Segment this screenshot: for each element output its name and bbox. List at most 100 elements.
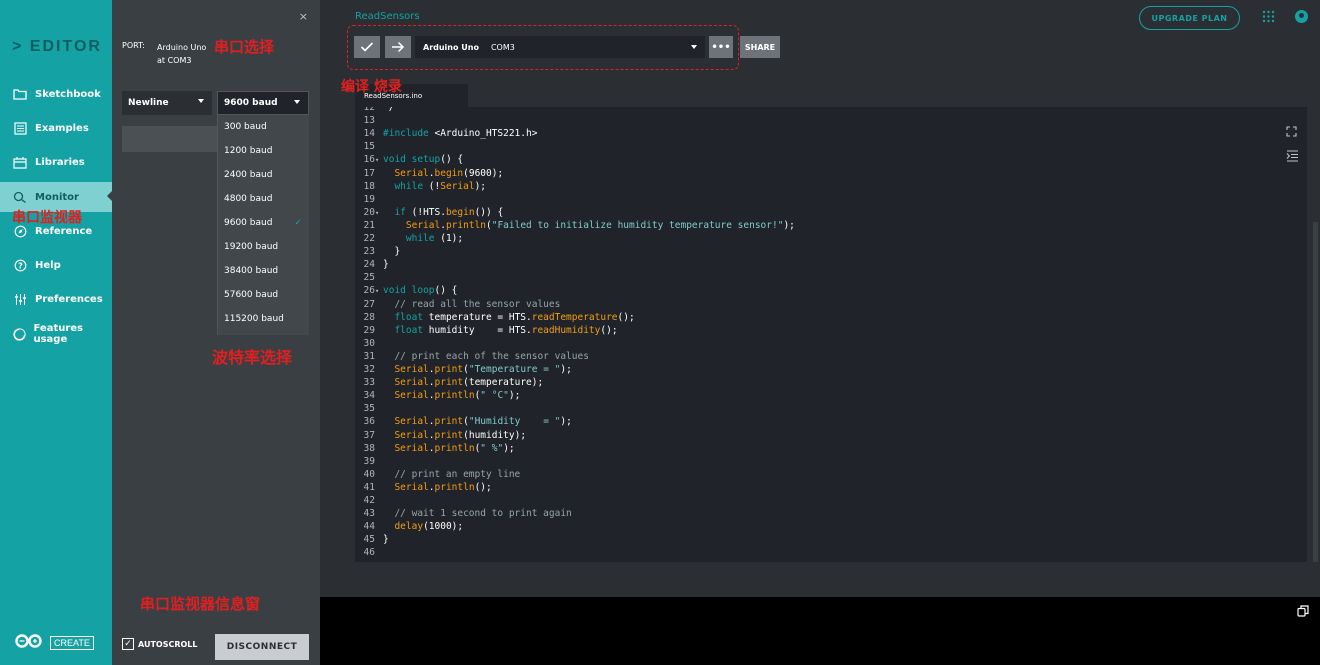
disconnect-button[interactable]: DISCONNECT: [215, 634, 309, 660]
code-line[interactable]: 18 while (!Serial);: [355, 180, 486, 193]
checkbox-icon[interactable]: ✓: [122, 638, 134, 650]
code-line[interactable]: 14 #include <Arduino_HTS221.h>: [355, 127, 538, 140]
sketch-title[interactable]: ReadSensors: [355, 11, 420, 22]
code-line[interactable]: 44 delay(1000);: [355, 520, 464, 533]
code-line[interactable]: 28 float temperature = HTS.readTemperatu…: [355, 311, 635, 324]
code-line[interactable]: 29 float humidity = HTS.readHumidity();: [355, 324, 618, 337]
code-token: begin: [445, 206, 475, 218]
code-line[interactable]: 22 while (1);: [355, 232, 464, 245]
code-line[interactable]: 24}: [355, 258, 389, 271]
code-line[interactable]: 46: [355, 546, 383, 559]
sidebar-item-libraries[interactable]: Libraries: [0, 147, 112, 177]
baud-option-selected[interactable]: 9600 baud ✓: [218, 211, 310, 235]
fold-arrow-icon[interactable]: ▾: [375, 285, 383, 298]
arrow-right-icon: [392, 41, 405, 53]
verify-button[interactable]: [354, 36, 380, 58]
code-line[interactable]: 40 // print an empty line: [355, 468, 521, 481]
chevron-down-icon: [691, 45, 697, 49]
apps-grid-icon[interactable]: [1262, 10, 1275, 26]
copy-icon[interactable]: [1297, 605, 1309, 620]
code-line[interactable]: 35: [355, 402, 383, 415]
baud-option[interactable]: 57600 baud: [218, 283, 310, 307]
sidebar-item-help[interactable]: ? Help: [0, 250, 112, 280]
code-line[interactable]: 30: [355, 337, 383, 350]
code-token: println: [434, 442, 475, 454]
sidebar-item-preferences[interactable]: Preferences: [0, 284, 112, 314]
user-avatar-icon[interactable]: [1295, 10, 1308, 23]
baud-option[interactable]: 300 baud: [218, 115, 310, 139]
code-line[interactable]: 37 Serial.print(humidity);: [355, 429, 527, 442]
line-number: 46: [363, 547, 375, 559]
annotation-monitor-window: 串口监视器信息窗: [140, 595, 261, 613]
sidebar-item-label: Reference: [35, 225, 93, 237]
upload-button[interactable]: [385, 36, 411, 58]
baud-option[interactable]: 38400 baud: [218, 259, 310, 283]
code-line[interactable]: 27 // read all the sensor values: [355, 298, 561, 311]
baud-rate-select[interactable]: 9600 baud: [217, 91, 309, 115]
code-token: (!: [423, 180, 441, 192]
close-icon[interactable]: ×: [299, 10, 308, 23]
share-button[interactable]: SHARE: [740, 36, 780, 58]
expand-icon[interactable]: [1286, 126, 1297, 140]
port-board: Arduino Uno: [157, 43, 207, 52]
code-line[interactable]: 33 Serial.print(temperature);: [355, 376, 544, 389]
code-token: <Arduino_HTS221.h>: [428, 128, 538, 140]
code-line[interactable]: 43 // wait 1 second to print again: [355, 507, 572, 520]
code-line[interactable]: 26▾ void loop() {: [355, 284, 458, 298]
baud-option[interactable]: 19200 baud: [218, 235, 310, 259]
board-select[interactable]: Arduino Uno COM3: [415, 36, 705, 58]
serial-message-input[interactable]: [122, 126, 220, 152]
line-number: 34: [363, 390, 375, 402]
fold-arrow-icon[interactable]: ▾: [375, 207, 383, 220]
editor-scrollbar[interactable]: [1313, 222, 1318, 562]
code-line[interactable]: 19: [355, 193, 383, 206]
sidebar-item-sketchbook[interactable]: Sketchbook: [0, 79, 112, 109]
editor-main: ReadSensors UPGRADE PLAN Arduino Uno COM…: [320, 0, 1320, 665]
code-token: print: [434, 364, 464, 375]
code-token: );: [783, 219, 795, 231]
code-line[interactable]: 21 Serial.println("Failed to initialize …: [355, 219, 795, 232]
upgrade-plan-button[interactable]: UPGRADE PLAN: [1139, 6, 1240, 30]
baud-option[interactable]: 4800 baud: [218, 187, 310, 211]
sidebar-item-examples[interactable]: Examples: [0, 113, 112, 143]
baud-option[interactable]: 115200 baud: [218, 307, 310, 331]
code-token: Serial: [394, 442, 429, 454]
code-line[interactable]: 41 Serial.println();: [355, 481, 492, 494]
line-number: 45: [363, 534, 375, 546]
sidebar: > EDITOR Sketchbook Examples Libraries M…: [0, 0, 113, 665]
sidebar-item-features-usage[interactable]: Features usage: [0, 319, 112, 349]
code-line[interactable]: 34 Serial.println(" °C");: [355, 389, 521, 402]
line-number: 28: [363, 311, 375, 323]
line-number: 14: [363, 128, 375, 140]
code-line[interactable]: 12 /: [355, 107, 395, 114]
code-line[interactable]: 15: [355, 140, 383, 153]
code-line[interactable]: 25: [355, 271, 383, 284]
code-line[interactable]: 32 Serial.print("Temperature = ");: [355, 363, 572, 376]
annotation-compile-upload: 编译 烧录: [341, 79, 402, 95]
code-line[interactable]: 16▾ void setup() {: [355, 153, 464, 167]
baud-option[interactable]: 2400 baud: [218, 163, 310, 187]
port-value[interactable]: Arduino Uno at COM3: [157, 41, 206, 67]
code-line[interactable]: 42: [355, 494, 383, 507]
more-options-button[interactable]: •••: [709, 36, 733, 58]
code-token: /: [383, 107, 395, 113]
code-line[interactable]: 36 Serial.print("Humidity = ");: [355, 415, 572, 428]
code-editor[interactable]: 12 /13 14 #include <Arduino_HTS221.h> 15 16▾…: [355, 107, 1307, 562]
line-ending-select[interactable]: Newline: [122, 91, 212, 115]
code-line[interactable]: 20▾ if (!HTS.begin()) {: [355, 206, 504, 220]
code-line[interactable]: 45}: [355, 533, 389, 546]
code-line[interactable]: 17 Serial.begin(9600);: [355, 167, 504, 180]
code-token: (humidity);: [463, 429, 527, 441]
code-line[interactable]: 23 }: [355, 245, 401, 258]
autoscroll-toggle[interactable]: ✓ AUTOSCROLL: [122, 638, 198, 650]
code-line[interactable]: 38 Serial.println(" %");: [355, 442, 515, 455]
fold-arrow-icon[interactable]: ▾: [375, 154, 383, 167]
code-line[interactable]: 13: [355, 114, 383, 127]
baud-option[interactable]: 1200 baud: [218, 139, 310, 163]
code-line[interactable]: 39: [355, 455, 383, 468]
indent-icon[interactable]: [1286, 150, 1299, 165]
code-line[interactable]: 31 // print each of the sensor values: [355, 350, 589, 363]
code-token: Serial: [394, 167, 429, 179]
